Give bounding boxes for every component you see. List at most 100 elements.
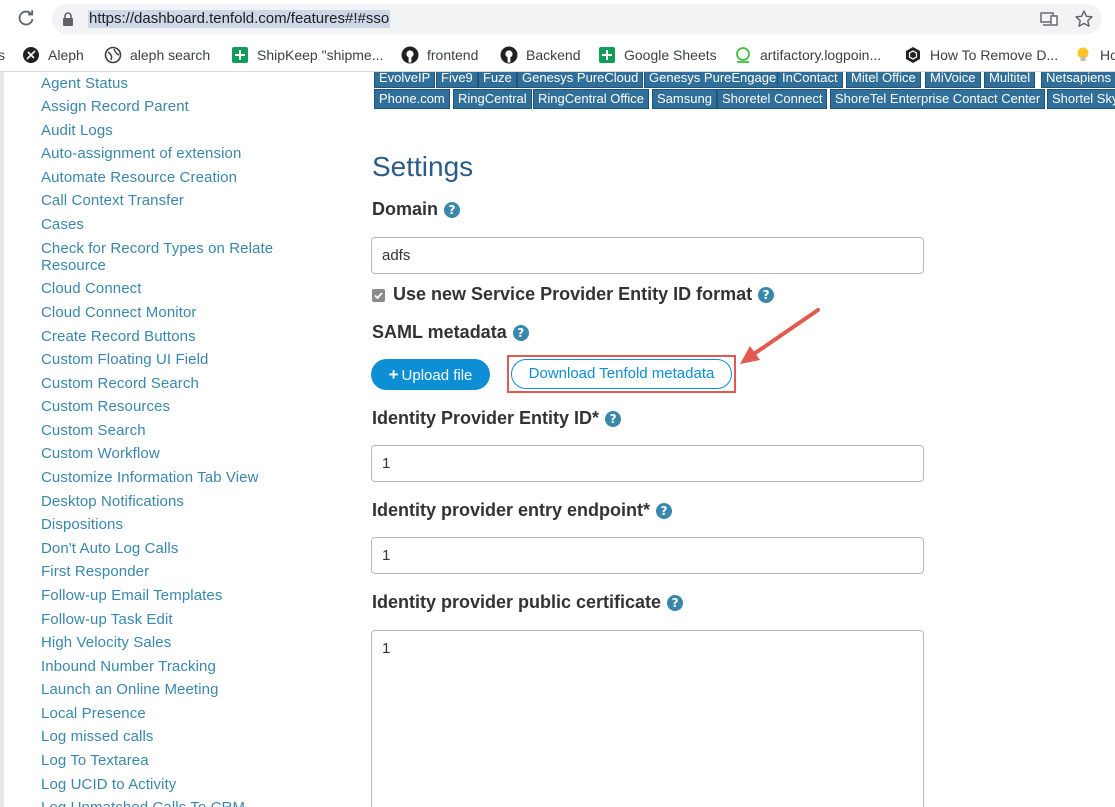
sidebar-item-desktop-notifications[interactable]: Desktop Notifications bbox=[41, 493, 184, 510]
sidebar-item-launch-online-meeting[interactable]: Launch an Online Meeting bbox=[41, 681, 219, 698]
provider-tag[interactable]: Genesys PureEngage bbox=[644, 72, 782, 88]
entity-id-label-text: Identity Provider Entity ID* bbox=[372, 408, 600, 428]
sidebar-item-follow-up-task-edit[interactable]: Follow-up Task Edit bbox=[41, 611, 173, 628]
plus-icon: + bbox=[388, 365, 399, 384]
sidebar-item-custom-workflow[interactable]: Custom Workflow bbox=[41, 445, 160, 462]
sidebar-item-log-unmatched-calls[interactable]: Log Unmatched Calls To CRM bbox=[41, 799, 245, 807]
devices-icon[interactable] bbox=[1040, 11, 1058, 27]
sidebar-item-create-record-buttons[interactable]: Create Record Buttons bbox=[41, 328, 196, 345]
reload-icon[interactable] bbox=[16, 8, 36, 28]
sidebar-item-check-record-types-cont[interactable]: Resource bbox=[41, 257, 106, 274]
provider-tag[interactable]: Samsung bbox=[652, 89, 717, 109]
help-icon[interactable]: ? bbox=[667, 595, 684, 611]
sidebar-item-dont-auto-log-calls[interactable]: Don't Auto Log Calls bbox=[41, 540, 178, 557]
bookmark-label: Aleph bbox=[48, 47, 84, 63]
help-icon[interactable]: ? bbox=[444, 202, 461, 218]
certificate-textarea[interactable]: 1 bbox=[371, 630, 924, 807]
provider-tag[interactable]: MiVoice bbox=[925, 72, 981, 88]
sidebar-item-first-responder[interactable]: First Responder bbox=[41, 563, 149, 580]
sidebar-item-cloud-connect[interactable]: Cloud Connect bbox=[41, 280, 142, 297]
hex-icon bbox=[906, 47, 920, 63]
bookmarks-bar: s Aleph aleph search ShipKeep "shipme...… bbox=[0, 38, 1115, 72]
help-icon[interactable]: ? bbox=[656, 503, 673, 519]
sidebar-item-call-context-transfer[interactable]: Call Context Transfer bbox=[41, 192, 184, 209]
provider-tag[interactable]: EvolveIP bbox=[374, 72, 436, 88]
certificate-label-text: Identity provider public certificate bbox=[372, 592, 662, 612]
sidebar-item-local-presence[interactable]: Local Presence bbox=[41, 705, 146, 722]
bookmark-star-icon[interactable] bbox=[1074, 9, 1094, 29]
bookmark-label: Backend bbox=[526, 47, 581, 63]
provider-tag[interactable]: Mitel Office bbox=[846, 72, 921, 88]
download-metadata-button[interactable]: Download Tenfold metadata bbox=[511, 359, 732, 389]
sidebar-item-custom-floating-ui-field[interactable]: Custom Floating UI Field bbox=[41, 351, 208, 368]
provider-tag[interactable]: Shortel Sky bbox=[1047, 89, 1115, 109]
bookmark-label: aleph search bbox=[130, 47, 211, 63]
settings-title: Settings bbox=[372, 151, 474, 182]
entry-endpoint-label-text: Identity provider entry endpoint* bbox=[372, 500, 651, 520]
provider-tag[interactable]: Five9 bbox=[436, 72, 478, 88]
address-bar[interactable]: https://dashboard.tenfold.com/features#!… bbox=[52, 4, 1102, 34]
domain-field[interactable]: adfs bbox=[371, 237, 924, 274]
sidebar-item-log-ucid-to-activity[interactable]: Log UCID to Activity bbox=[41, 776, 176, 793]
sidebar-item-inbound-number-tracking[interactable]: Inbound Number Tracking bbox=[41, 658, 216, 675]
bookmark-label: Google Sheets bbox=[624, 47, 717, 63]
sidebar-item-cases[interactable]: Cases bbox=[41, 216, 84, 233]
sidebar-item-automate-resource-creation[interactable]: Automate Resource Creation bbox=[41, 169, 237, 186]
provider-tag[interactable]: InContact bbox=[777, 72, 843, 88]
provider-tag[interactable]: Netsapiens bbox=[1041, 72, 1115, 88]
help-icon[interactable]: ? bbox=[512, 325, 529, 341]
features-sidebar: Agent Status Assign Record Parent Audit … bbox=[0, 72, 330, 807]
checkmark-icon bbox=[374, 292, 383, 300]
provider-tag[interactable]: Shoretel Connect bbox=[717, 89, 828, 109]
provider-tag[interactable]: Fuze bbox=[478, 72, 517, 88]
upload-file-button[interactable]: + Upload file bbox=[371, 359, 490, 390]
sidebar-item-follow-up-email-templates[interactable]: Follow-up Email Templates bbox=[41, 587, 222, 604]
domain-label: Domain? bbox=[372, 199, 461, 220]
help-icon[interactable]: ? bbox=[605, 411, 622, 427]
entity-id-field[interactable]: 1 bbox=[371, 445, 924, 482]
sidebar-item-dispositions[interactable]: Dispositions bbox=[41, 516, 123, 533]
bookmark-label: frontend bbox=[427, 47, 479, 63]
annotation-arrow-icon bbox=[740, 308, 820, 364]
help-icon[interactable]: ? bbox=[758, 287, 775, 303]
provider-tag[interactable]: Phone.com bbox=[374, 89, 450, 109]
aleph-icon bbox=[23, 47, 39, 63]
main-content: EvolveIP Five9 Fuze Genesys PureCloud Ge… bbox=[330, 72, 1115, 807]
provider-tag[interactable]: Multitel bbox=[984, 72, 1036, 88]
sidebar-item-log-missed-calls[interactable]: Log missed calls bbox=[41, 728, 153, 745]
browser-toolbar: https://dashboard.tenfold.com/features#!… bbox=[0, 0, 1115, 38]
sidebar-item-cloud-connect-monitor[interactable]: Cloud Connect Monitor bbox=[41, 304, 197, 321]
domain-label-text: Domain bbox=[372, 199, 439, 219]
provider-tag[interactable]: RingCentral Office bbox=[533, 89, 649, 109]
sidebar-item-agent-status[interactable]: Agent Status bbox=[41, 75, 128, 92]
sidebar-item-customize-information-tab[interactable]: Customize Information Tab View bbox=[41, 469, 259, 486]
sidebar-item-custom-search[interactable]: Custom Search bbox=[41, 422, 146, 439]
entity-id-format-checkbox[interactable] bbox=[372, 289, 385, 302]
sheets-icon bbox=[599, 47, 615, 63]
entity-id-format-label: Use new Service Provider Entity ID forma… bbox=[393, 284, 775, 305]
bookmark-item[interactable]: s bbox=[0, 46, 5, 64]
globe-icon bbox=[104, 46, 122, 64]
sidebar-item-audit-logs[interactable]: Audit Logs bbox=[41, 122, 113, 139]
upload-file-label: Upload file bbox=[401, 367, 473, 384]
bookmark-label: s bbox=[0, 47, 5, 63]
entry-endpoint-field[interactable]: 1 bbox=[371, 537, 924, 574]
saml-metadata-label: SAML metadata? bbox=[372, 322, 529, 343]
sidebar-item-auto-assignment[interactable]: Auto-assignment of extension bbox=[41, 145, 241, 162]
github-icon bbox=[401, 46, 419, 64]
lightbulb-icon bbox=[1077, 47, 1089, 61]
provider-tag[interactable]: RingCentral bbox=[453, 89, 532, 109]
sidebar-item-custom-resources[interactable]: Custom Resources bbox=[41, 398, 170, 415]
bookmark-label: How To Remove D... bbox=[930, 47, 1059, 63]
sidebar-item-custom-record-search[interactable]: Custom Record Search bbox=[41, 375, 199, 392]
bookmark-label: ShipKeep "shipme... bbox=[257, 47, 384, 63]
provider-tag[interactable]: ShoreTel Enterprise Contact Center bbox=[830, 89, 1046, 109]
sidebar-item-log-to-textarea[interactable]: Log To Textarea bbox=[41, 752, 149, 769]
sidebar-item-check-record-types[interactable]: Check for Record Types on Relate bbox=[41, 240, 273, 257]
provider-tag[interactable]: Genesys PureCloud bbox=[517, 72, 644, 88]
saml-metadata-label-text: SAML metadata bbox=[372, 322, 507, 342]
url-text[interactable]: https://dashboard.tenfold.com/features#!… bbox=[88, 10, 391, 28]
entry-endpoint-label: Identity provider entry endpoint*? bbox=[372, 500, 673, 521]
sidebar-item-assign-record-parent[interactable]: Assign Record Parent bbox=[41, 98, 189, 115]
sidebar-item-high-velocity-sales[interactable]: High Velocity Sales bbox=[41, 634, 171, 651]
